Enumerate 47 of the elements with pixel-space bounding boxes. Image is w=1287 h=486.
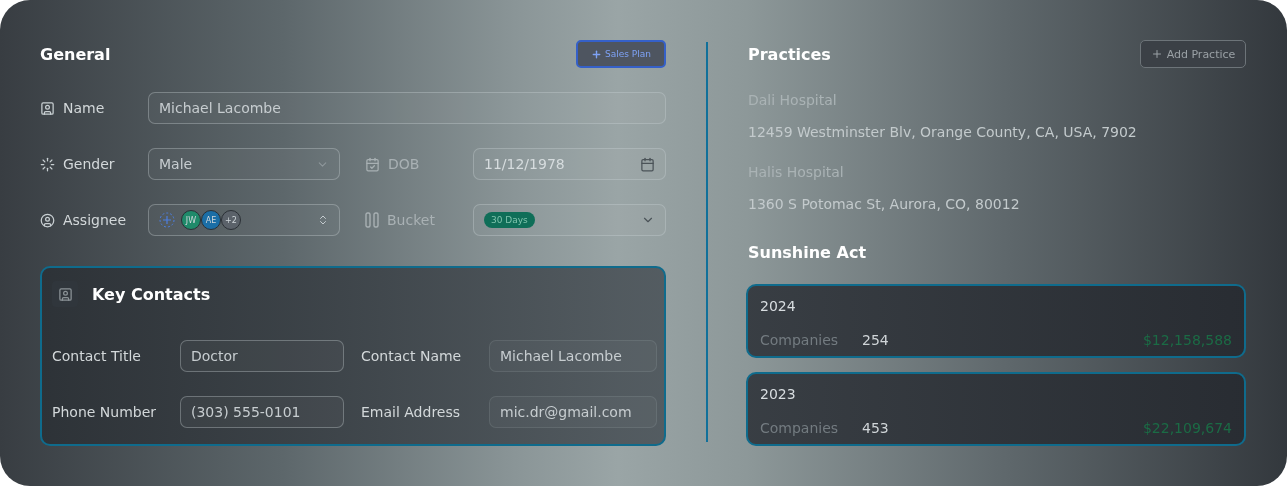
contact-field[interactable]: (303) 555-0101 <box>180 396 344 428</box>
companies-label: Companies <box>760 331 840 350</box>
assignee-select[interactable]: JW AE +2 <box>148 204 340 236</box>
avatar: AE <box>201 210 221 230</box>
contact-field[interactable]: Doctor <box>180 340 344 372</box>
field-label: Email Address <box>361 404 462 420</box>
field-label: Contact Name <box>361 348 463 364</box>
add-assignee-icon[interactable] <box>159 212 175 228</box>
amount: $22,109,674 <box>1142 419 1232 438</box>
calendar-icon <box>640 156 655 172</box>
field-label: Bucket <box>387 212 435 228</box>
avatar: +2 <box>221 210 241 230</box>
bucket-tag: 30 Days <box>484 212 535 228</box>
field-label: Assignee <box>63 212 127 228</box>
field-label: Phone Number <box>52 404 158 420</box>
amount: $12,158,588 <box>1142 331 1232 350</box>
year-label: 2024 <box>760 297 797 316</box>
companies-count: 254 <box>862 331 890 350</box>
columns-icon <box>365 212 379 228</box>
section-title: General <box>40 44 111 64</box>
year-label: 2023 <box>760 385 797 404</box>
user-circle-icon <box>40 212 55 228</box>
field-label: DOB <box>388 156 420 172</box>
field-label: Gender <box>63 156 115 172</box>
companies-count: 453 <box>862 419 890 438</box>
companies-label: Companies <box>760 419 840 438</box>
section-title: Practices <box>748 44 831 64</box>
avatar: JW <box>181 210 201 230</box>
field-label: Name <box>63 100 105 116</box>
practice-address: 12459 Westminster Blv, Orange County, CA, USA, 7902 <box>748 123 1138 142</box>
sales-plan-button[interactable]: Sales Plan <box>576 40 666 68</box>
practice-address: 1360 S Potomac St, Aurora, CO, 80012 <box>748 195 1021 214</box>
gender-select[interactable]: Male <box>148 148 340 180</box>
name-field[interactable]: Michael Lacombe <box>148 92 666 124</box>
contact-field[interactable]: mic.dr@gmail.com <box>489 396 657 428</box>
plus-icon <box>591 48 602 60</box>
card-title: Key Contacts <box>92 284 211 304</box>
bucket-select[interactable]: 30 Days <box>473 204 666 236</box>
up-down-icon <box>317 214 329 226</box>
spinner-icon <box>40 156 55 172</box>
calendar-check-icon <box>365 156 380 172</box>
plus-icon <box>1150 48 1163 60</box>
id-badge-icon <box>40 100 55 116</box>
add-practice-button[interactable]: Add Practice <box>1140 40 1246 68</box>
contact-field[interactable]: Michael Lacombe <box>489 340 657 372</box>
section-title: Sunshine Act <box>748 243 867 262</box>
field-label: Contact Title <box>52 348 142 364</box>
